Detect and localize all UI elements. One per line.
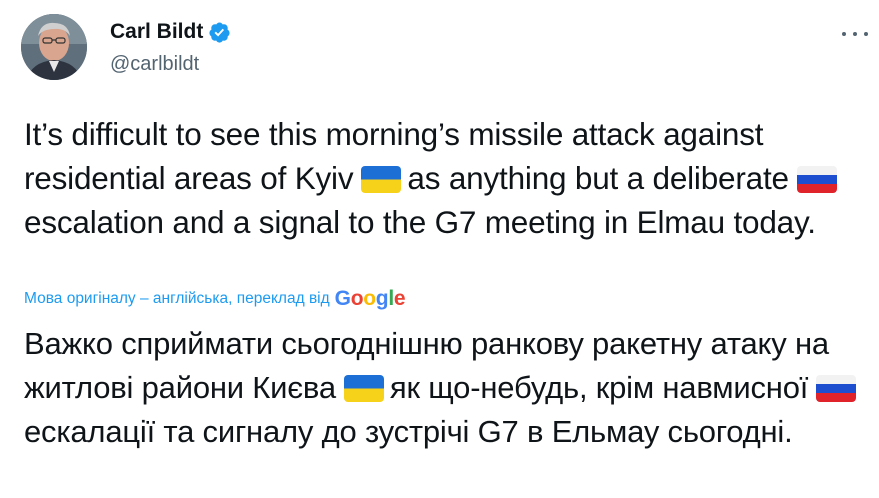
- translated-text-part-2: як що-небудь, крім навмисної: [389, 370, 809, 405]
- ukraine-flag-icon: [361, 166, 402, 193]
- translated-text: Важко сприймати сьогоднішню ранкову раке…: [24, 322, 874, 454]
- tweet: Carl Bildt @carlbildt It’s difficult to …: [0, 0, 879, 498]
- dot: [853, 32, 857, 36]
- tweet-text: It’s difficult to see this morning’s mis…: [24, 112, 874, 244]
- russia-flag-icon: [816, 375, 857, 402]
- ukraine-flag-icon: [343, 375, 384, 402]
- google-logo: Google: [334, 287, 406, 310]
- translated-text-part-3: ескалації та сигналу до зустрічі G7 в Ел…: [24, 414, 793, 449]
- name-row: Carl Bildt: [110, 20, 231, 44]
- translation-note-text: Мова оригіналу – англійська, переклад ві…: [24, 289, 330, 307]
- dot: [864, 32, 868, 36]
- display-name[interactable]: Carl Bildt: [110, 20, 203, 44]
- translation-note[interactable]: Мова оригіналу – англійська, переклад ві…: [24, 287, 406, 310]
- verified-badge-icon: [209, 21, 230, 43]
- avatar[interactable]: [21, 14, 87, 80]
- avatar-image: [21, 14, 87, 80]
- tweet-text-part-3: escalation and a signal to the G7 meetin…: [24, 204, 816, 240]
- more-options-icon[interactable]: [842, 24, 868, 44]
- russia-flag-icon: [796, 166, 837, 193]
- handle[interactable]: @carlbildt: [110, 53, 199, 76]
- tweet-text-part-2: as anything but a deliberate: [407, 160, 789, 196]
- dot: [842, 32, 846, 36]
